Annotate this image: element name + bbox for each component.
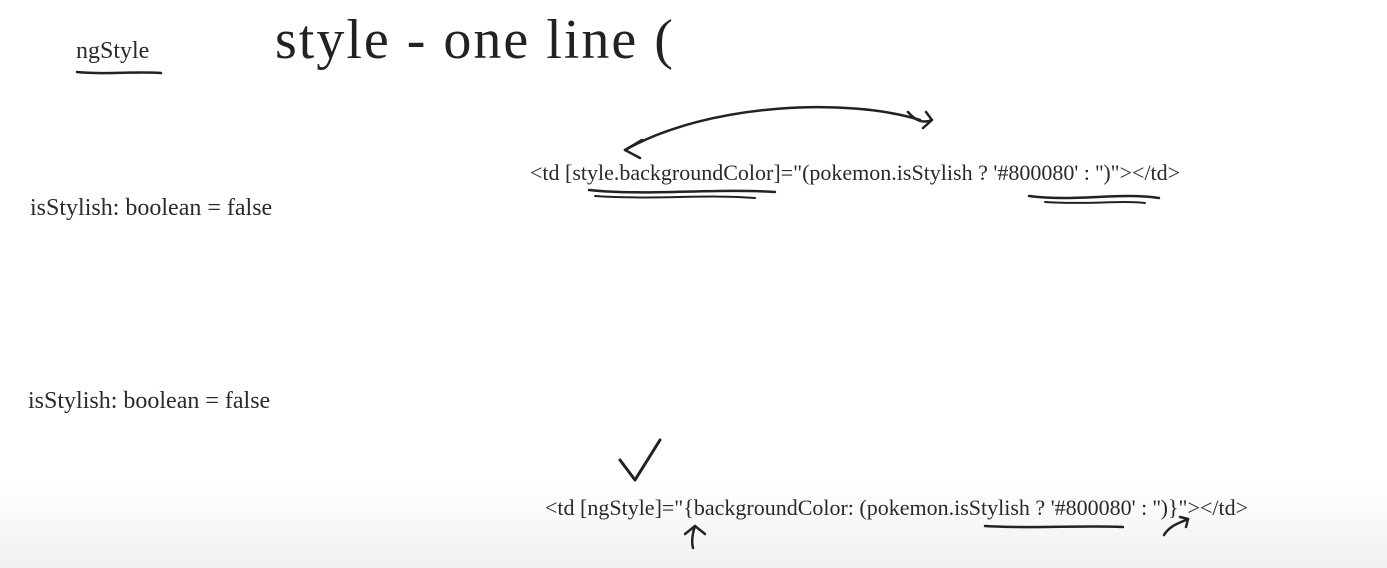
declaration-isstylish-2: isStylish: boolean = false: [28, 388, 270, 415]
squiggle-closing: [1158, 515, 1198, 543]
emphasis-underline-value1: [1025, 190, 1165, 208]
declaration-isstylish-1: isStylish: boolean = false: [30, 195, 272, 222]
code-ngstyle-binding: <td [ngStyle]="{backgroundColor: (pokemo…: [545, 495, 1248, 521]
emphasis-underline-value2: [983, 522, 1128, 532]
checkmark-arrow: [605, 435, 675, 490]
arrow-up-to-ngstyle: [675, 522, 715, 552]
code-style-binding: <td [style.backgroundColor]="(pokemon.is…: [530, 160, 1180, 186]
heading-ngstyle: ngStyle: [76, 38, 149, 65]
emphasis-scribble-style: [585, 186, 785, 204]
underline-stroke: [75, 68, 165, 78]
handwritten-title: style - one line (: [275, 8, 675, 72]
